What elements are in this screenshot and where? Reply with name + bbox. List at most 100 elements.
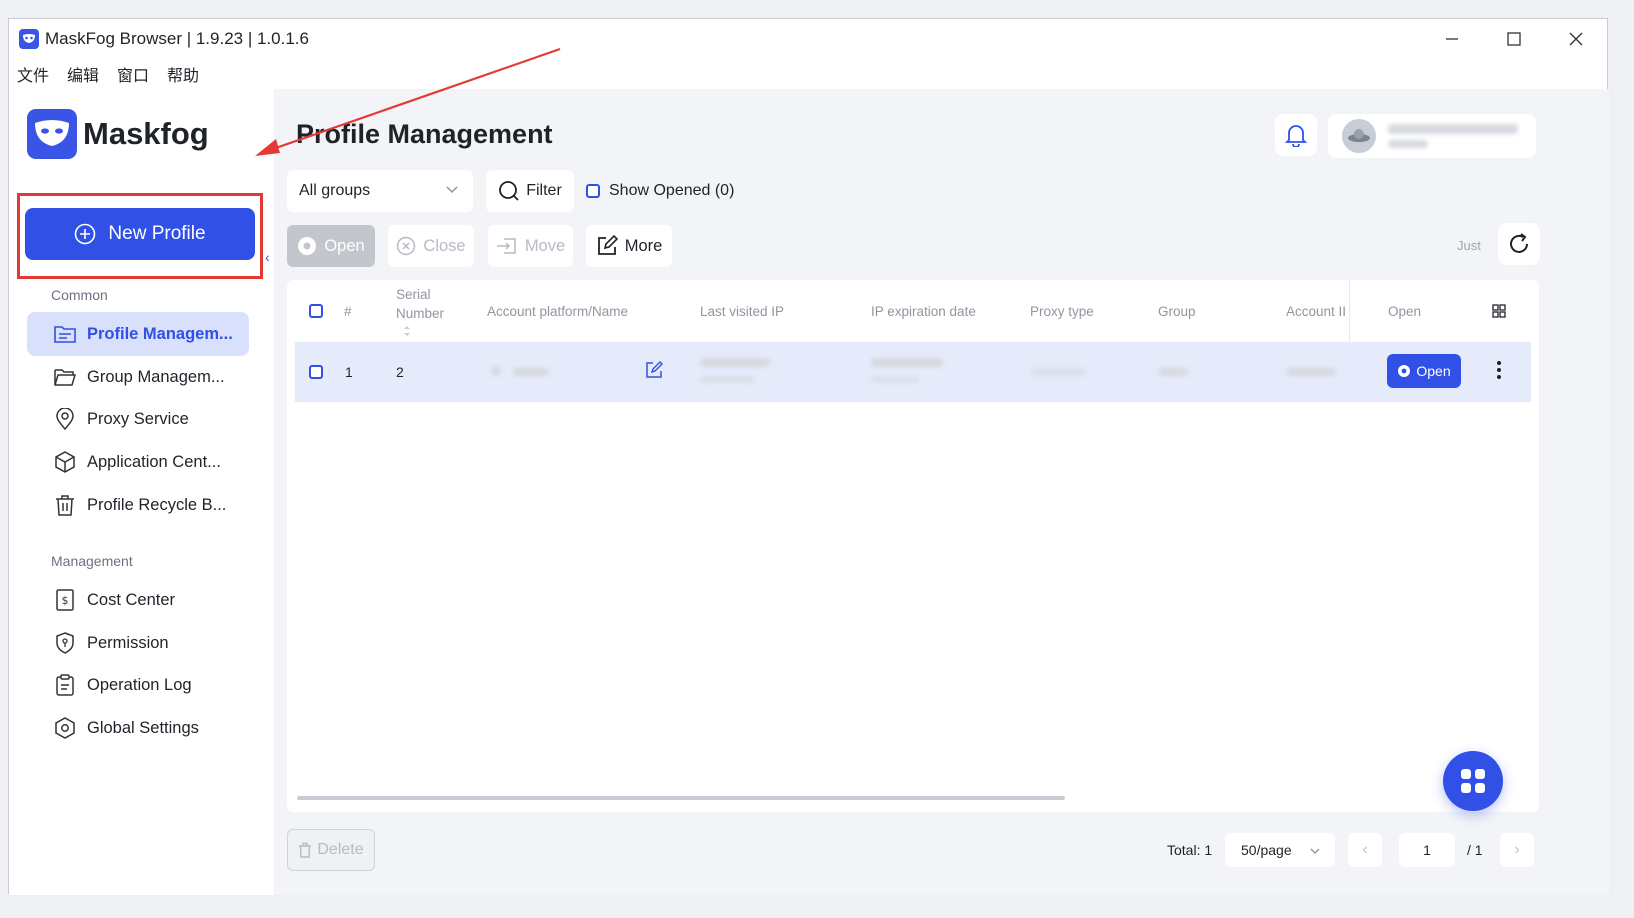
row-more-button[interactable] — [1496, 359, 1502, 386]
menu-edit[interactable]: 编辑 — [67, 62, 99, 86]
sidebar-item-label: Operation Log — [87, 675, 192, 694]
sidebar-item-group-management[interactable]: Group Managem... — [27, 355, 249, 399]
ip-expiration-sub-redacted — [871, 376, 919, 383]
sidebar-item-proxy-service[interactable]: Proxy Service — [27, 397, 249, 441]
column-header-last-visited-ip: Last visited IP — [700, 303, 785, 319]
menu-bar: 文件 编辑 窗口 帮助 — [9, 59, 217, 89]
edit-icon — [597, 235, 618, 255]
filter-button[interactable]: Filter — [486, 170, 574, 212]
row-serial-number: 2 — [396, 364, 404, 380]
folder-open-icon — [53, 365, 77, 389]
sidebar-item-label: Cost Center — [87, 590, 176, 609]
delete-button[interactable]: Delete — [287, 829, 375, 871]
brand-logo: Maskfog — [27, 109, 209, 159]
sidebar-item-application-center[interactable]: Application Cent... — [27, 440, 249, 484]
page-total: / 1 — [1467, 842, 1483, 858]
new-profile-button[interactable]: New Profile — [25, 208, 255, 260]
page-number-input[interactable]: 1 — [1399, 833, 1455, 867]
page-title: Profile Management — [296, 119, 553, 149]
more-label: More — [624, 236, 663, 255]
maximize-button[interactable] — [1483, 19, 1545, 59]
row-open-button[interactable]: Open — [1387, 354, 1461, 388]
show-opened-label: Show Opened (0) — [609, 182, 735, 199]
brand-name: Maskfog — [83, 116, 209, 151]
sidebar-item-permission[interactable]: Permission — [27, 621, 249, 665]
column-header-ip-expiration: IP expiration date — [871, 303, 976, 319]
user-info-redacted — [1388, 124, 1518, 148]
close-window-button[interactable] — [1545, 19, 1607, 59]
horizontal-scrollbar[interactable] — [297, 796, 1065, 800]
chevron-right-icon: › — [1514, 841, 1520, 858]
section-management: Management — [51, 553, 133, 569]
trash-icon — [53, 493, 77, 517]
menu-file[interactable]: 文件 — [17, 62, 49, 86]
new-profile-label: New Profile — [108, 223, 206, 244]
edit-icon — [646, 361, 663, 378]
browser-chrome-icon — [298, 237, 317, 255]
sidebar-item-global-settings[interactable]: Global Settings — [27, 706, 249, 750]
chevron-left-icon: ‹ — [1362, 841, 1368, 858]
open-button[interactable]: Open — [287, 225, 375, 267]
app-mask-icon — [19, 29, 39, 49]
menu-window[interactable]: 窗口 — [117, 62, 149, 86]
user-account-menu[interactable] — [1328, 114, 1536, 158]
folder-icon — [53, 322, 77, 346]
group-redacted — [1158, 368, 1188, 376]
column-header-index: # — [344, 303, 352, 319]
page-size-value: 50/page — [1241, 842, 1292, 858]
column-settings-button[interactable] — [1492, 280, 1506, 342]
group-select[interactable]: All groups — [287, 170, 473, 212]
next-page-button[interactable]: › — [1500, 833, 1534, 867]
column-header-serial[interactable]: Serial Number — [396, 280, 456, 342]
sidebar-item-profile-management[interactable]: Profile Managem... — [27, 312, 249, 356]
title-bar: MaskFog Browser | 1.9.23 | 1.0.1.6 — [9, 19, 1607, 59]
row-open-label: Open — [1416, 363, 1451, 379]
svg-text:$: $ — [62, 594, 69, 607]
filter-label: Filter — [526, 182, 562, 199]
checkbox[interactable] — [586, 184, 600, 198]
sidebar-item-label: Permission — [87, 633, 169, 652]
apps-floating-button[interactable] — [1443, 751, 1503, 811]
last-ip-location-redacted — [700, 376, 755, 383]
notifications-button[interactable] — [1275, 114, 1317, 156]
more-vertical-icon — [1497, 361, 1501, 379]
trash-icon — [299, 842, 312, 858]
table-row[interactable]: 1 2 Open — [295, 342, 1531, 402]
delete-label: Delete — [317, 841, 364, 858]
select-all-checkbox[interactable] — [309, 304, 323, 318]
close-icon — [1569, 32, 1583, 46]
browser-chrome-icon — [1398, 365, 1411, 377]
row-index: 1 — [345, 364, 353, 380]
sidebar-item-label: Profile Recycle B... — [87, 495, 227, 514]
apps-grid-icon — [1461, 769, 1485, 793]
refresh-icon — [1510, 233, 1528, 253]
account-name-redacted — [513, 368, 549, 376]
sidebar: Maskfog New Profile ‹ Common Profile Man… — [9, 89, 274, 895]
menu-help[interactable]: 帮助 — [167, 62, 199, 86]
app-window: MaskFog Browser | 1.9.23 | 1.0.1.6 文件 编辑… — [8, 18, 1609, 895]
plus-circle-icon — [75, 223, 96, 245]
grid-settings-icon — [1492, 304, 1506, 318]
refresh-button[interactable] — [1498, 223, 1540, 265]
sidebar-item-profile-recycle-bin[interactable]: Profile Recycle B... — [27, 483, 249, 527]
sidebar-item-cost-center[interactable]: $ Cost Center — [27, 578, 249, 622]
show-opened-checkbox[interactable]: Show Opened (0) — [586, 182, 734, 200]
edit-name-button[interactable] — [645, 361, 663, 384]
close-circle-icon — [397, 236, 416, 256]
ip-expiration-redacted — [871, 358, 943, 367]
close-button[interactable]: Close — [388, 225, 474, 267]
sort-icon — [404, 326, 410, 336]
minimize-button[interactable] — [1421, 19, 1483, 59]
page-size-select[interactable]: 50/page — [1225, 833, 1335, 867]
prev-page-button[interactable]: ‹ — [1348, 833, 1382, 867]
clipboard-icon — [53, 673, 77, 697]
user-avatar-icon — [1348, 129, 1370, 142]
receipt-icon: $ — [53, 588, 77, 612]
sidebar-item-operation-log[interactable]: Operation Log — [27, 663, 249, 707]
move-button[interactable]: Move — [488, 225, 573, 267]
more-button[interactable]: More — [586, 225, 672, 267]
column-header-group: Group — [1158, 303, 1196, 319]
proxy-type-redacted — [1030, 368, 1086, 376]
window-controls — [1421, 19, 1607, 59]
row-checkbox[interactable] — [309, 365, 323, 379]
